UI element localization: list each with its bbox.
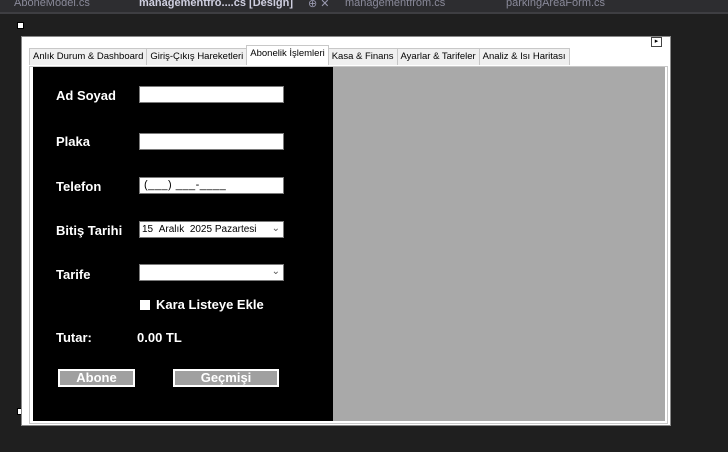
telefon-label: Telefon: [56, 179, 102, 194]
kara-liste-checkbox[interactable]: [140, 300, 150, 310]
ide-tab-managementform-design[interactable]: managementfro....cs [Design]: [139, 0, 293, 9]
date-year: 2025: [189, 224, 213, 235]
tutar-value: 0.00 TL: [137, 330, 182, 345]
tab-ayarlar-tarifeler[interactable]: Ayarlar & Tarifeler: [396, 48, 480, 65]
designer-surface: ▸ Anlık Durum & Dashboard Giriş-Çıkış Ha…: [0, 14, 728, 452]
chevron-down-icon[interactable]: ⌄: [272, 223, 280, 234]
ide-tab-parkingareaform[interactable]: parkingAreaForm.cs: [506, 0, 605, 9]
subscription-list-panel: [333, 67, 665, 421]
form-window: ▸ Anlık Durum & Dashboard Giriş-Çıkış Ha…: [21, 36, 671, 426]
tab-control-header: Anlık Durum & Dashboard Giriş-Çıkış Hare…: [29, 45, 570, 65]
plaka-label: Plaka: [56, 134, 90, 149]
ide-document-tabs: AboneModel.cs managementfro....cs [Desig…: [0, 0, 728, 14]
chevron-down-icon[interactable]: ⌄: [272, 266, 280, 277]
ide-tab-pin-close-icon[interactable]: ⊕ ✕: [308, 0, 330, 10]
gecmisi-button[interactable]: Geçmişi: [173, 369, 279, 387]
kara-liste-label[interactable]: Kara Listeye Ekle: [156, 297, 264, 312]
tab-abonelik-islemleri[interactable]: Abonelik İşlemleri: [246, 45, 329, 65]
bitis-tarihi-datepicker[interactable]: 15 Aralık 2025 Pazartesi ⌄: [139, 221, 284, 238]
date-weekday: Pazartesi: [214, 224, 257, 235]
subscription-form-panel: Ad Soyad Plaka Telefon (___) ___-____ Bi…: [33, 67, 333, 421]
tab-analiz-isi-haritasi[interactable]: Analiz & Isı Haritası: [478, 48, 570, 65]
tarife-combobox[interactable]: ⌄: [139, 264, 284, 281]
tab-page-abonelik: Ad Soyad Plaka Telefon (___) ___-____ Bi…: [29, 66, 668, 424]
bitis-tarihi-label: Bitiş Tarihi: [56, 223, 123, 238]
tutar-label: Tutar:: [56, 330, 92, 345]
resize-handle-top-left[interactable]: [17, 22, 24, 29]
date-day: 15: [142, 224, 154, 235]
telefon-masked-input[interactable]: (___) ___-____: [139, 177, 284, 194]
tab-giris-cikis[interactable]: Giriş-Çıkış Hareketleri: [146, 48, 248, 65]
ide-tab-managementfrom[interactable]: managementfrom.cs: [345, 0, 445, 9]
tab-anlik-durum[interactable]: Anlık Durum & Dashboard: [29, 48, 148, 65]
ide-tab-abonemodel[interactable]: AboneModel.cs: [14, 0, 90, 9]
plaka-input[interactable]: [139, 133, 284, 150]
tarife-label: Tarife: [56, 267, 91, 282]
abone-button[interactable]: Abone: [58, 369, 135, 387]
ad-soyad-label: Ad Soyad: [56, 88, 116, 103]
ad-soyad-input[interactable]: [139, 86, 284, 103]
smart-tag-icon[interactable]: ▸: [651, 37, 662, 47]
date-month: Aralık: [158, 224, 185, 235]
tab-kasa-finans[interactable]: Kasa & Finans: [327, 48, 398, 65]
